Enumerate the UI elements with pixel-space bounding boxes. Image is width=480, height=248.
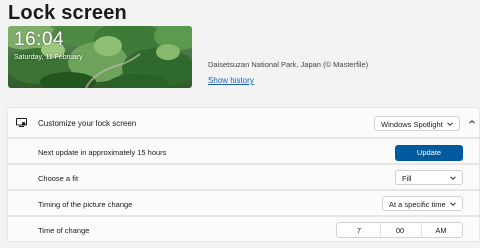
chevron-down-icon [450,176,456,180]
picture-change-timing-dropdown[interactable]: At a specific time [382,196,463,211]
next-update-label: Next update in approximately 15 hours [38,148,167,157]
picture-change-timing-value: At a specific time [389,200,446,209]
choose-fit-label: Choose a fit [38,174,79,183]
customize-lock-screen-value: Windows Spotlight [381,120,443,129]
lock-screen-monitor-icon [16,118,27,127]
customize-lock-screen-label: Customize your lock screen [38,119,137,128]
image-credit: Daisetsuzan National Park, Japan (© Mast… [208,60,369,69]
time-picker[interactable]: 7 00 AM [336,222,463,238]
chevron-down-icon [447,122,453,126]
show-history-link[interactable]: Show history [208,76,254,85]
choose-fit-dropdown[interactable]: Fill [395,170,463,185]
page-title: Lock screen [8,2,127,24]
preview-clock: 16:04 [14,29,65,50]
time-hour[interactable]: 7 [339,226,379,235]
lock-screen-preview: 16:04 Saturday, 11 February [8,26,192,88]
time-period[interactable]: AM [421,226,461,235]
chevron-down-icon [450,202,456,206]
time-of-change-label: Time of change [38,226,90,235]
time-minute[interactable]: 00 [380,226,420,235]
time-of-change-row: Time of change 7 00 AM [7,216,480,242]
preview-date: Saturday, 11 February [14,54,83,61]
choose-fit-row: Choose a fit Fill [7,164,480,190]
picture-change-timing-row: Timing of the picture change At a specif… [7,190,480,216]
picture-change-timing-label: Timing of the picture change [38,200,133,209]
customize-lock-screen-dropdown[interactable]: Windows Spotlight [374,116,460,131]
customize-lock-screen-row: Customize your lock screen Windows Spotl… [7,107,480,138]
chevron-up-icon[interactable] [469,120,475,124]
update-button[interactable]: Update [395,145,463,161]
next-update-row: Next update in approximately 15 hours Up… [7,138,480,164]
choose-fit-value: Fill [402,174,412,183]
